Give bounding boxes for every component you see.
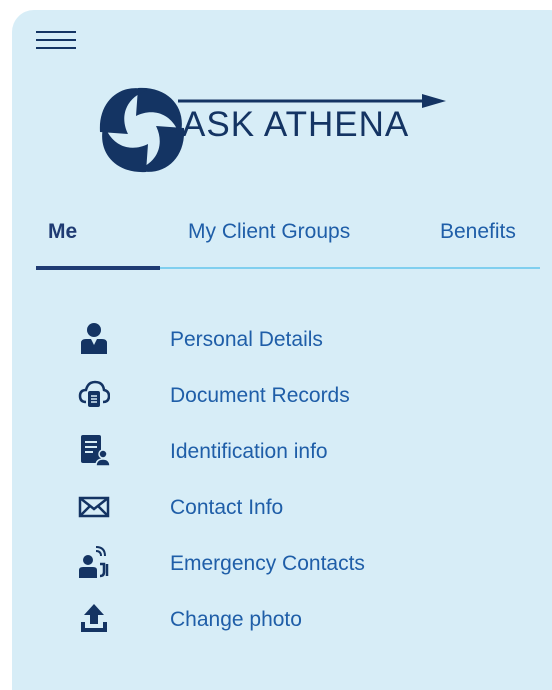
menu-item-label: Change photo [170,608,302,631]
ask-athena-logo: ASK ATHENA [90,85,450,175]
menu-item-label: Emergency Contacts [170,552,365,575]
tab-benefits[interactable]: Benefits [440,220,516,244]
upload-icon [81,604,107,632]
menu-item-emergency-contacts[interactable]: Emergency Contacts [70,544,490,600]
menu-item-change-photo[interactable]: Change photo [70,600,490,656]
menu-item-label: Contact Info [170,496,284,519]
emergency-contact-icon [79,546,109,578]
tab-bar: Me My Client Groups Benefits [36,220,552,270]
person-icon [81,323,107,354]
active-tab-indicator [36,266,160,270]
me-menu-list: Personal Details Document Records Identi… [70,320,490,656]
tab-me[interactable]: Me [48,220,77,244]
id-document-icon [81,435,110,466]
menu-item-contact-info[interactable]: Contact Info [70,488,490,544]
menu-item-document-records[interactable]: Document Records [70,376,490,432]
menu-item-label: Personal Details [170,328,323,351]
menu-item-label: Identification info [170,440,328,463]
cloud-document-icon [78,380,110,407]
menu-item-label: Document Records [170,384,350,407]
brand-name: ASK ATHENA [182,105,410,144]
menu-item-personal-details[interactable]: Personal Details [70,320,490,376]
hamburger-menu-icon[interactable] [36,28,76,58]
menu-item-identification-info[interactable]: Identification info [70,432,490,488]
tab-my-client-groups[interactable]: My Client Groups [188,220,350,244]
envelope-icon [78,496,110,518]
